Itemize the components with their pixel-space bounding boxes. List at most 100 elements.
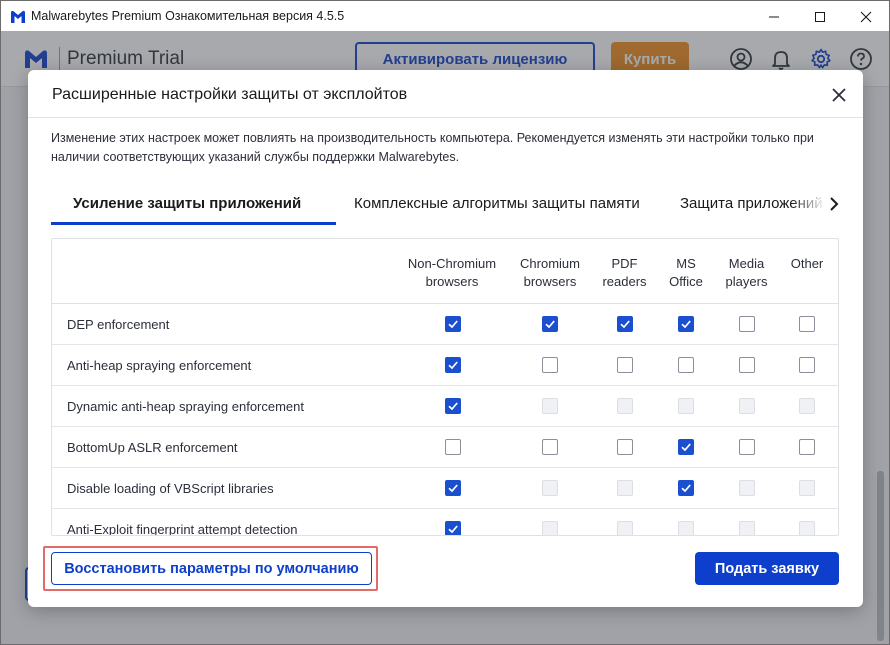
malwarebytes-logo-icon (11, 10, 25, 23)
restore-defaults-button[interactable]: Восстановить параметры по умолчанию (51, 552, 372, 585)
setting-checkbox (739, 521, 755, 535)
column-header: Non-Chromium browsers (402, 255, 502, 291)
checkmark-icon (620, 320, 630, 329)
column-header-line: Media (728, 256, 765, 271)
setting-checkbox (542, 398, 558, 414)
row-label: DEP enforcement (67, 317, 170, 332)
exploit-settings-dialog: Расширенные настройки защиты от эксплойт… (28, 70, 863, 607)
column-header-line: browsers (425, 274, 479, 289)
table-row: Disable loading of VBScript libraries (52, 468, 838, 509)
row-label: Dynamic anti-heap spraying enforcement (67, 399, 305, 414)
row-label: Disable loading of VBScript libraries (67, 481, 274, 496)
chevron-right-icon (830, 197, 839, 211)
window-title: Malwarebytes Premium Ознакомительная вер… (31, 9, 345, 23)
setting-checkbox[interactable] (617, 357, 633, 373)
dialog-description: Изменение этих настроек может повлиять н… (51, 131, 814, 164)
setting-checkbox[interactable] (445, 357, 461, 373)
setting-checkbox (542, 521, 558, 535)
tab-memory-protection[interactable]: Комплексные алгоритмы защиты памяти (354, 195, 640, 212)
setting-checkbox[interactable] (445, 521, 461, 535)
dialog-title: Расширенные настройки защиты от эксплойт… (52, 86, 408, 103)
checkmark-icon (448, 402, 458, 411)
submit-request-button[interactable]: Подать заявку (695, 552, 839, 585)
close-icon (832, 88, 846, 102)
window-border (0, 31, 1, 645)
checkmark-icon (448, 361, 458, 370)
column-header-line: Office (669, 274, 703, 289)
checkmark-icon (448, 484, 458, 493)
setting-checkbox (739, 480, 755, 496)
row-label: Anti-Exploit fingerprint attempt detecti… (67, 522, 298, 536)
row-label: Anti-heap spraying enforcement (67, 358, 252, 373)
setting-checkbox (678, 521, 694, 535)
setting-checkbox (799, 480, 815, 496)
setting-checkbox[interactable] (542, 316, 558, 332)
table-row: Anti-heap spraying enforcement (52, 345, 838, 386)
column-header-line: Other (790, 256, 824, 271)
setting-checkbox[interactable] (678, 439, 694, 455)
maximize-button[interactable] (797, 1, 843, 32)
column-header-line: Non-Chromium (407, 256, 497, 271)
checkmark-icon (681, 320, 691, 329)
column-header-line: readers (602, 274, 647, 289)
setting-checkbox[interactable] (617, 316, 633, 332)
table-row: BottomUp ASLR enforcement (52, 427, 838, 468)
setting-checkbox[interactable] (739, 357, 755, 373)
setting-checkbox (542, 480, 558, 496)
setting-checkbox (799, 521, 815, 535)
setting-checkbox[interactable] (739, 439, 755, 455)
setting-checkbox[interactable] (678, 480, 694, 496)
setting-checkbox[interactable] (678, 316, 694, 332)
column-header: Chromium browsers (510, 255, 590, 291)
maximize-icon (815, 11, 825, 22)
dialog-separator (28, 117, 863, 118)
setting-checkbox[interactable] (678, 357, 694, 373)
setting-checkbox (739, 398, 755, 414)
column-header-line: Chromium (520, 256, 580, 271)
setting-checkbox[interactable] (445, 480, 461, 496)
dialog-close-button[interactable] (826, 82, 852, 108)
table-header: Non-Chromium browsers Chromium browsers PD… (52, 239, 838, 304)
setting-checkbox[interactable] (445, 316, 461, 332)
setting-checkbox (617, 480, 633, 496)
tabs-scroll-right-button[interactable] (823, 192, 845, 216)
column-header: Media players (719, 255, 774, 291)
setting-checkbox[interactable] (799, 439, 815, 455)
minimize-icon (769, 16, 779, 17)
row-label: BottomUp ASLR enforcement (67, 440, 238, 455)
checkmark-icon (448, 320, 458, 329)
setting-checkbox[interactable] (617, 439, 633, 455)
setting-checkbox[interactable] (739, 316, 755, 332)
window-titlebar: Malwarebytes Premium Ознакомительная вер… (0, 0, 890, 31)
setting-checkbox (617, 521, 633, 535)
column-header-line: MS (676, 256, 696, 271)
column-header-line: PDF (611, 256, 638, 271)
checkmark-icon (681, 443, 691, 452)
table-row: Anti-Exploit fingerprint attempt detecti… (52, 509, 838, 536)
setting-checkbox[interactable] (542, 357, 558, 373)
setting-checkbox[interactable] (799, 316, 815, 332)
minimize-button[interactable] (751, 1, 797, 32)
table-row: Dynamic anti-heap spraying enforcement (52, 386, 838, 427)
column-header: MS Office (661, 255, 711, 291)
setting-checkbox[interactable] (799, 357, 815, 373)
table-row: DEP enforcement (52, 304, 838, 345)
setting-checkbox[interactable] (445, 439, 461, 455)
column-header: Other (782, 255, 832, 273)
setting-checkbox (617, 398, 633, 414)
column-header-line: browsers (523, 274, 577, 289)
setting-checkbox[interactable] (542, 439, 558, 455)
column-header: PDF readers (597, 255, 652, 291)
checkmark-icon (681, 484, 691, 493)
settings-table: Non-Chromium browsers Chromium browsers PD… (51, 238, 839, 536)
setting-checkbox (799, 398, 815, 414)
tab-application-hardening[interactable]: Усиление защиты приложений (73, 195, 301, 212)
tab-bar: Усиление защиты приложений Комплексные а… (51, 186, 846, 226)
close-window-button[interactable] (843, 1, 889, 32)
setting-checkbox (678, 398, 694, 414)
setting-checkbox[interactable] (445, 398, 461, 414)
active-tab-indicator (51, 222, 336, 225)
close-icon (860, 11, 872, 22)
column-header-line: players (725, 274, 768, 289)
checkmark-icon (545, 320, 555, 329)
